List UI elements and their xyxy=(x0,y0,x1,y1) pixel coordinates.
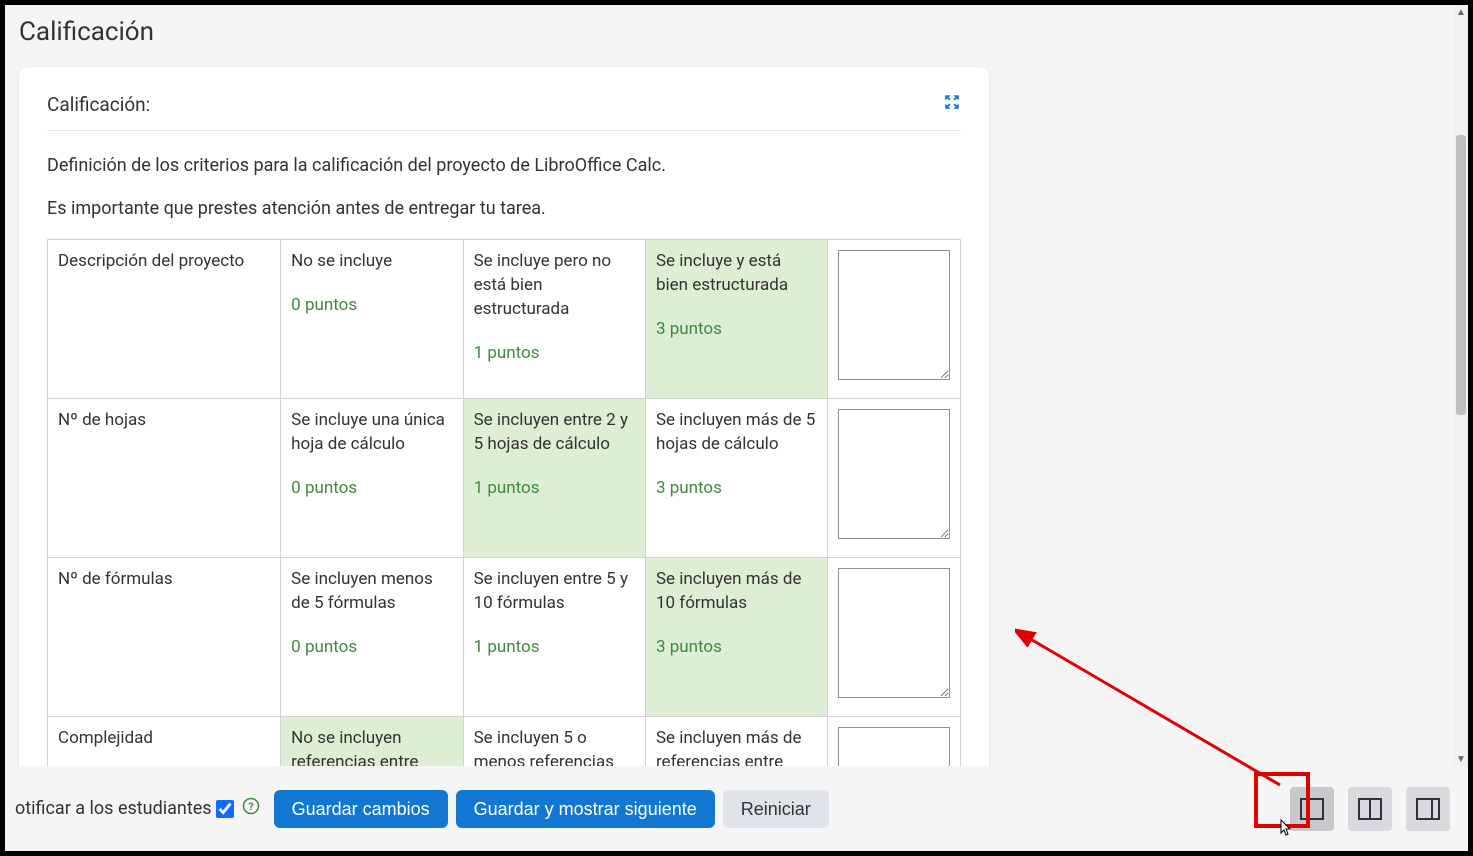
rubric-comment-input[interactable] xyxy=(838,409,950,539)
rubric-level[interactable]: Se incluyen más de 10 fórmulas 3 puntos xyxy=(645,557,827,716)
layout-left-panel-button[interactable] xyxy=(1290,787,1334,831)
rubric-level[interactable]: No se incluyen referencias entre xyxy=(281,716,463,766)
notify-label: otificar a los estudiantes xyxy=(15,798,212,819)
rubric-comment-input[interactable] xyxy=(838,568,950,698)
rubric-level-text: Se incluyen más de 5 hojas de cálculo xyxy=(656,409,817,457)
intro-line-2: Es importante que prestes atención antes… xyxy=(47,196,961,221)
rubric-level[interactable]: Se incluyen entre 2 y 5 hojas de cálculo… xyxy=(463,399,645,558)
rubric-level[interactable]: Se incluyen más de 5 hojas de cálculo 3 p… xyxy=(645,399,827,558)
rubric-level-points: 3 puntos xyxy=(656,636,817,660)
rubric-level-points: 0 puntos xyxy=(291,636,452,660)
rubric-level[interactable]: Se incluye pero no está bien estructurad… xyxy=(463,240,645,399)
rubric-level-text: No se incluyen referencias entre xyxy=(291,727,452,766)
rubric-level-text: Se incluyen menos de 5 fórmulas xyxy=(291,568,452,616)
scroll-thumb[interactable] xyxy=(1456,135,1466,415)
rubric-row: Complejidad No se incluyen referencias en… xyxy=(48,716,961,766)
notify-students: otificar a los estudiantes ? xyxy=(15,797,260,820)
rubric-level-points: 1 puntos xyxy=(474,477,635,501)
rubric-level-points: 1 puntos xyxy=(474,342,635,366)
rubric-row: Descripción del proyecto No se incluye 0 p… xyxy=(48,240,961,399)
rubric-comment-input[interactable] xyxy=(838,727,950,766)
scroll-up-arrow-icon[interactable]: ▲ xyxy=(1454,5,1468,19)
notify-checkbox[interactable] xyxy=(216,800,234,818)
rubric-level[interactable]: Se incluyen 5 o menos referencias xyxy=(463,716,645,766)
rubric-comment-cell xyxy=(828,399,961,558)
expand-icon[interactable] xyxy=(943,93,961,116)
rubric-level-points: 3 puntos xyxy=(656,318,817,342)
rubric-row: Nº de hojasSe incluye una única hoja de … xyxy=(48,399,961,558)
rubric-level[interactable]: Se incluyen más de referencias entre xyxy=(645,716,827,766)
rubric-level-points: 0 puntos xyxy=(291,294,452,318)
rubric-level[interactable]: Se incluye una única hoja de cálculo 0 pu… xyxy=(281,399,463,558)
rubric-level-points: 3 puntos xyxy=(656,477,817,501)
rubric-level[interactable]: Se incluyen entre 5 y 10 fórmulas 1 punto… xyxy=(463,557,645,716)
rubric-level-text: Se incluyen más de referencias entre xyxy=(656,727,817,766)
help-icon[interactable]: ? xyxy=(242,797,260,820)
card-intro: Definición de los criterios para la cali… xyxy=(47,153,961,221)
rubric-level-text: Se incluyen 5 o menos referencias xyxy=(474,727,635,766)
rubric-comment-cell xyxy=(828,557,961,716)
rubric-criterion: Complejidad xyxy=(48,716,281,766)
rubric-level-text: Se incluyen entre 2 y 5 hojas de cálculo xyxy=(474,409,635,457)
rubric-level[interactable]: Se incluyen menos de 5 fórmulas 0 puntos xyxy=(281,557,463,716)
rubric-level-text: No se incluye xyxy=(291,250,452,274)
rubric-criterion: Nº de hojas xyxy=(48,399,281,558)
rubric-row: Nº de fórmulasSe incluyen menos de 5 fór… xyxy=(48,557,961,716)
rubric-level-points: 0 puntos xyxy=(291,477,452,501)
page-title: Calificación xyxy=(19,17,1440,47)
save-and-next-button[interactable]: Guardar y mostrar siguiente xyxy=(456,790,715,828)
layout-split-button[interactable] xyxy=(1348,787,1392,831)
rubric-comment-cell xyxy=(828,716,961,766)
rubric-comment-input[interactable] xyxy=(838,250,950,380)
rubric-criterion: Descripción del proyecto xyxy=(48,240,281,399)
scroll-down-arrow-icon[interactable]: ▼ xyxy=(1454,752,1468,766)
card-title: Calificación: xyxy=(47,93,150,116)
rubric-level-text: Se incluyen más de 10 fórmulas xyxy=(656,568,817,616)
rubric-level[interactable]: No se incluye 0 puntos xyxy=(281,240,463,399)
reset-button[interactable]: Reiniciar xyxy=(723,790,829,828)
rubric-level[interactable]: Se incluye y está bien estructurada 3 pun… xyxy=(645,240,827,399)
rubric-comment-cell xyxy=(828,240,961,399)
rubric-level-text: Se incluye una única hoja de cálculo xyxy=(291,409,452,457)
footer-bar: otificar a los estudiantes ? Guardar cam… xyxy=(5,766,1468,851)
rubric-level-text: Se incluye pero no está bien estructurad… xyxy=(474,250,635,321)
rubric-criterion: Nº de fórmulas xyxy=(48,557,281,716)
rubric-level-text: Se incluye y está bien estructurada xyxy=(656,250,817,298)
svg-text:?: ? xyxy=(248,800,253,813)
rubric-level-points: 1 puntos xyxy=(474,636,635,660)
grading-card: Calificación: Definición de los criterio… xyxy=(19,67,989,766)
intro-line-1: Definición de los criterios para la cali… xyxy=(47,153,961,178)
save-button[interactable]: Guardar cambios xyxy=(274,790,448,828)
rubric-level-text: Se incluyen entre 5 y 10 fórmulas xyxy=(474,568,635,616)
cursor-pointer-icon xyxy=(1277,819,1293,845)
rubric-table: Descripción del proyecto No se incluye 0 p… xyxy=(47,239,961,766)
layout-right-panel-button[interactable] xyxy=(1406,787,1450,831)
card-header: Calificación: xyxy=(47,93,961,131)
vertical-scrollbar[interactable]: ▲ ▼ xyxy=(1454,5,1468,766)
